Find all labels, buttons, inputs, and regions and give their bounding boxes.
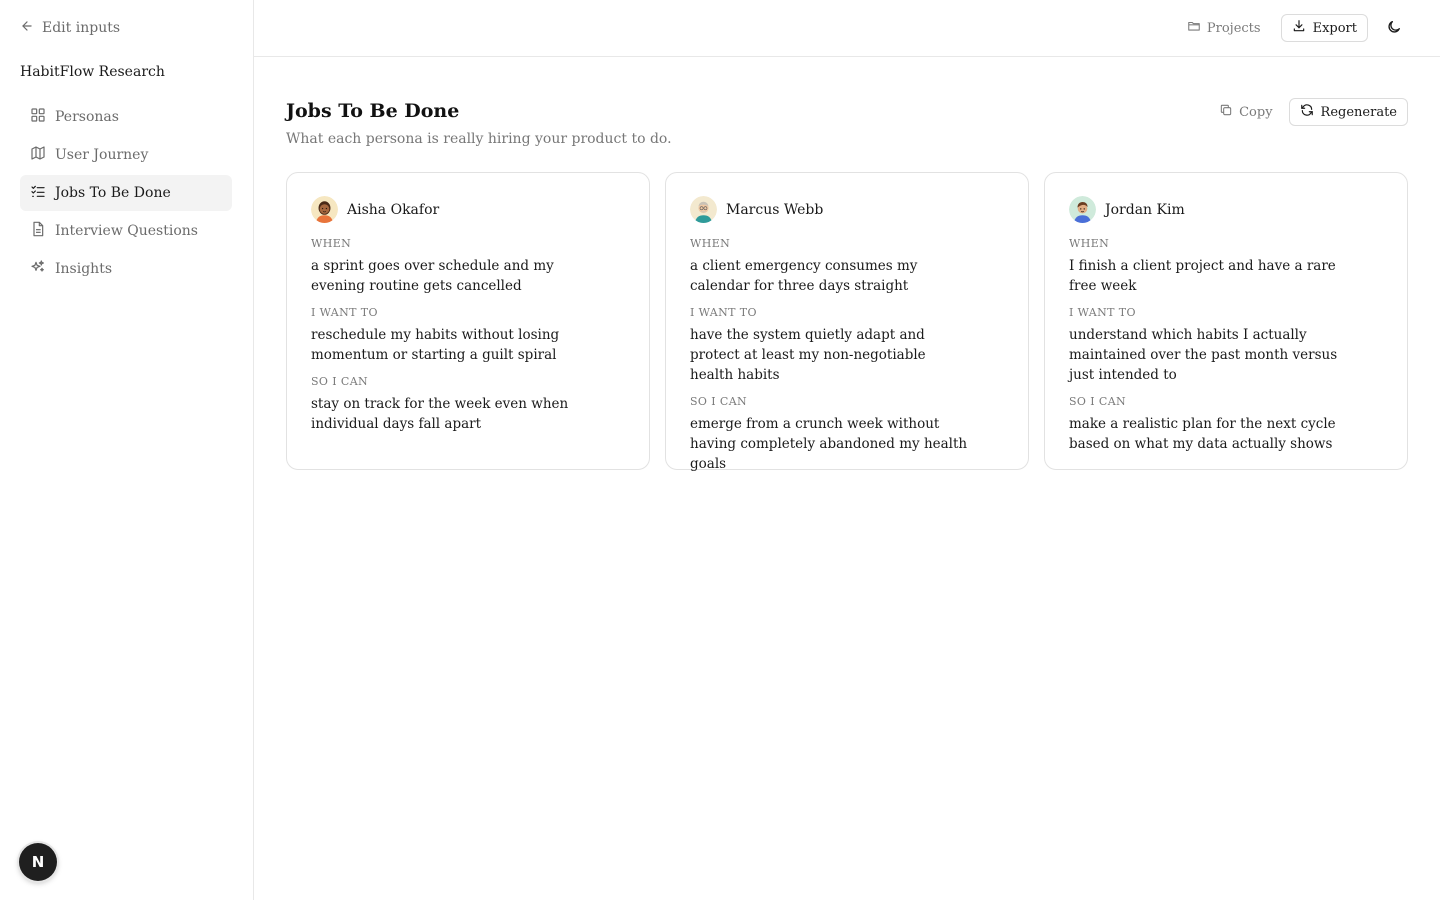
- grid-icon: [30, 107, 46, 127]
- persona-header: Aisha Okafor: [311, 196, 625, 223]
- persona-header: Marcus Webb: [690, 196, 1004, 223]
- project-name: HabitFlow Research: [20, 64, 165, 80]
- persona-header: Jordan Kim: [1069, 196, 1383, 223]
- document-icon: [30, 221, 46, 241]
- sidebar-item-label: Insights: [55, 261, 112, 277]
- when-label: WHEN: [1069, 237, 1110, 250]
- copy-icon: [1219, 103, 1233, 121]
- projects-button[interactable]: Projects: [1179, 13, 1269, 43]
- when-label: WHEN: [690, 237, 731, 250]
- sidebar-item-label: Personas: [55, 109, 119, 125]
- jtbd-cards: Aisha Okafor WHEN a sprint goes over sch…: [286, 172, 1408, 472]
- projects-label: Projects: [1206, 20, 1261, 36]
- sparkles-icon: [30, 259, 46, 279]
- page-actions: Copy Regenerate: [1211, 97, 1408, 127]
- jtbd-card: Jordan Kim WHEN I finish a client projec…: [1044, 172, 1408, 470]
- so-text: stay on track for the week even when ind…: [311, 396, 569, 432]
- topbar: Projects Export: [254, 0, 1440, 57]
- sidebar-item-jobs-to-be-done[interactable]: Jobs To Be Done: [20, 175, 232, 211]
- so-text: make a realistic plan for the next cycle…: [1069, 416, 1336, 452]
- persona-name: Jordan Kim: [1105, 201, 1185, 218]
- when-label: WHEN: [311, 237, 352, 250]
- export-button[interactable]: Export: [1280, 14, 1368, 42]
- theme-toggle-button[interactable]: [1380, 14, 1408, 42]
- sidebar-item-user-journey[interactable]: User Journey: [20, 137, 232, 173]
- want-text: reschedule my habits without losing mome…: [311, 327, 560, 363]
- sidebar-item-personas[interactable]: Personas: [20, 99, 232, 135]
- when-text: a client emergency consumes my calendar …: [690, 258, 918, 294]
- copy-label: Copy: [1239, 104, 1273, 120]
- moon-icon: [1386, 19, 1402, 38]
- folder-icon: [1187, 19, 1201, 37]
- app-root: Edit inputs HabitFlow Research Personas …: [0, 0, 1440, 900]
- list-checks-icon: [30, 183, 46, 203]
- so-text: emerge from a crunch week without having…: [690, 416, 968, 472]
- page-title: Jobs To Be Done: [286, 100, 460, 122]
- when-text: a sprint goes over schedule and my eveni…: [311, 258, 554, 294]
- regenerate-label: Regenerate: [1320, 104, 1397, 120]
- want-text: understand which habits I actually maint…: [1069, 327, 1338, 383]
- so-label: SO I CAN: [311, 375, 369, 388]
- sidebar-item-label: Interview Questions: [55, 223, 198, 239]
- copy-button[interactable]: Copy: [1211, 97, 1280, 127]
- sidebar-item-insights[interactable]: Insights: [20, 251, 232, 287]
- avatar: [1069, 196, 1096, 223]
- regenerate-button[interactable]: Regenerate: [1288, 98, 1408, 126]
- main-area: Projects Export Jobs To Be Done What eac…: [254, 0, 1440, 900]
- persona-name: Marcus Webb: [726, 201, 824, 218]
- want-label: I WANT TO: [311, 306, 378, 319]
- download-icon: [1292, 19, 1306, 37]
- jtbd-card: Marcus Webb WHEN a client emergency cons…: [665, 172, 1029, 472]
- want-text: have the system quietly adapt and protec…: [690, 327, 926, 383]
- want-label: I WANT TO: [1069, 306, 1136, 319]
- sidebar-item-label: Jobs To Be Done: [55, 185, 171, 201]
- edit-inputs-label: Edit inputs: [42, 20, 121, 36]
- sidebar-item-interview-questions[interactable]: Interview Questions: [20, 213, 232, 249]
- want-label: I WANT TO: [690, 306, 757, 319]
- when-text: I finish a client project and have a rar…: [1069, 258, 1336, 294]
- page-subtitle: What each persona is really hiring your …: [286, 131, 672, 147]
- arrow-left-icon: [20, 19, 34, 37]
- sidebar: Edit inputs HabitFlow Research Personas …: [0, 0, 254, 900]
- n-badge[interactable]: N: [19, 843, 57, 881]
- edit-inputs-link[interactable]: Edit inputs: [20, 19, 120, 37]
- content: Jobs To Be Done What each persona is rea…: [254, 57, 1440, 472]
- map-icon: [30, 145, 46, 165]
- avatar: [690, 196, 717, 223]
- export-label: Export: [1312, 20, 1357, 36]
- page-heading-block: Jobs To Be Done What each persona is rea…: [286, 97, 672, 147]
- refresh-icon: [1300, 103, 1314, 121]
- avatar: [311, 196, 338, 223]
- jtbd-card: Aisha Okafor WHEN a sprint goes over sch…: [286, 172, 650, 470]
- page-header: Jobs To Be Done What each persona is rea…: [286, 97, 1408, 147]
- persona-name: Aisha Okafor: [347, 201, 440, 218]
- so-label: SO I CAN: [1069, 395, 1127, 408]
- sidebar-nav: Personas User Journey Jobs To Be Done In…: [20, 99, 232, 289]
- so-label: SO I CAN: [690, 395, 748, 408]
- sidebar-item-label: User Journey: [55, 147, 149, 163]
